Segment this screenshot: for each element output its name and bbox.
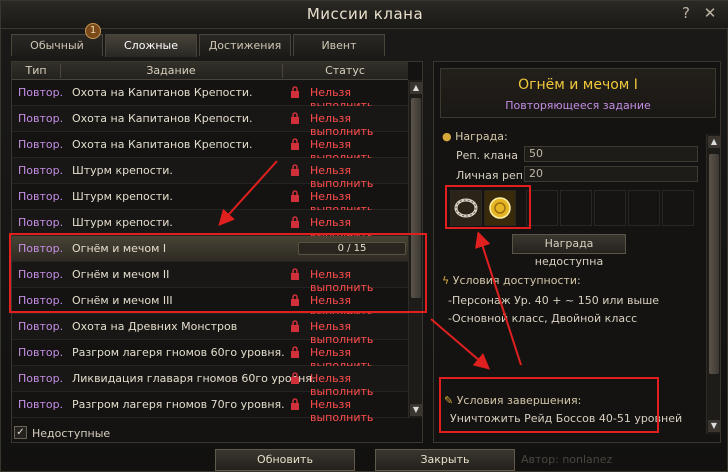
annotation-arrows: [218, 160, 522, 370]
refresh-button[interactable]: Обновить: [215, 449, 355, 471]
clan-missions-window: Миссии клана ? ✕ Обычный 1 Сложные Дости…: [0, 0, 728, 472]
close-button[interactable]: Закрыть: [375, 449, 515, 471]
author-watermark: Автор: nonlanez: [521, 453, 613, 466]
